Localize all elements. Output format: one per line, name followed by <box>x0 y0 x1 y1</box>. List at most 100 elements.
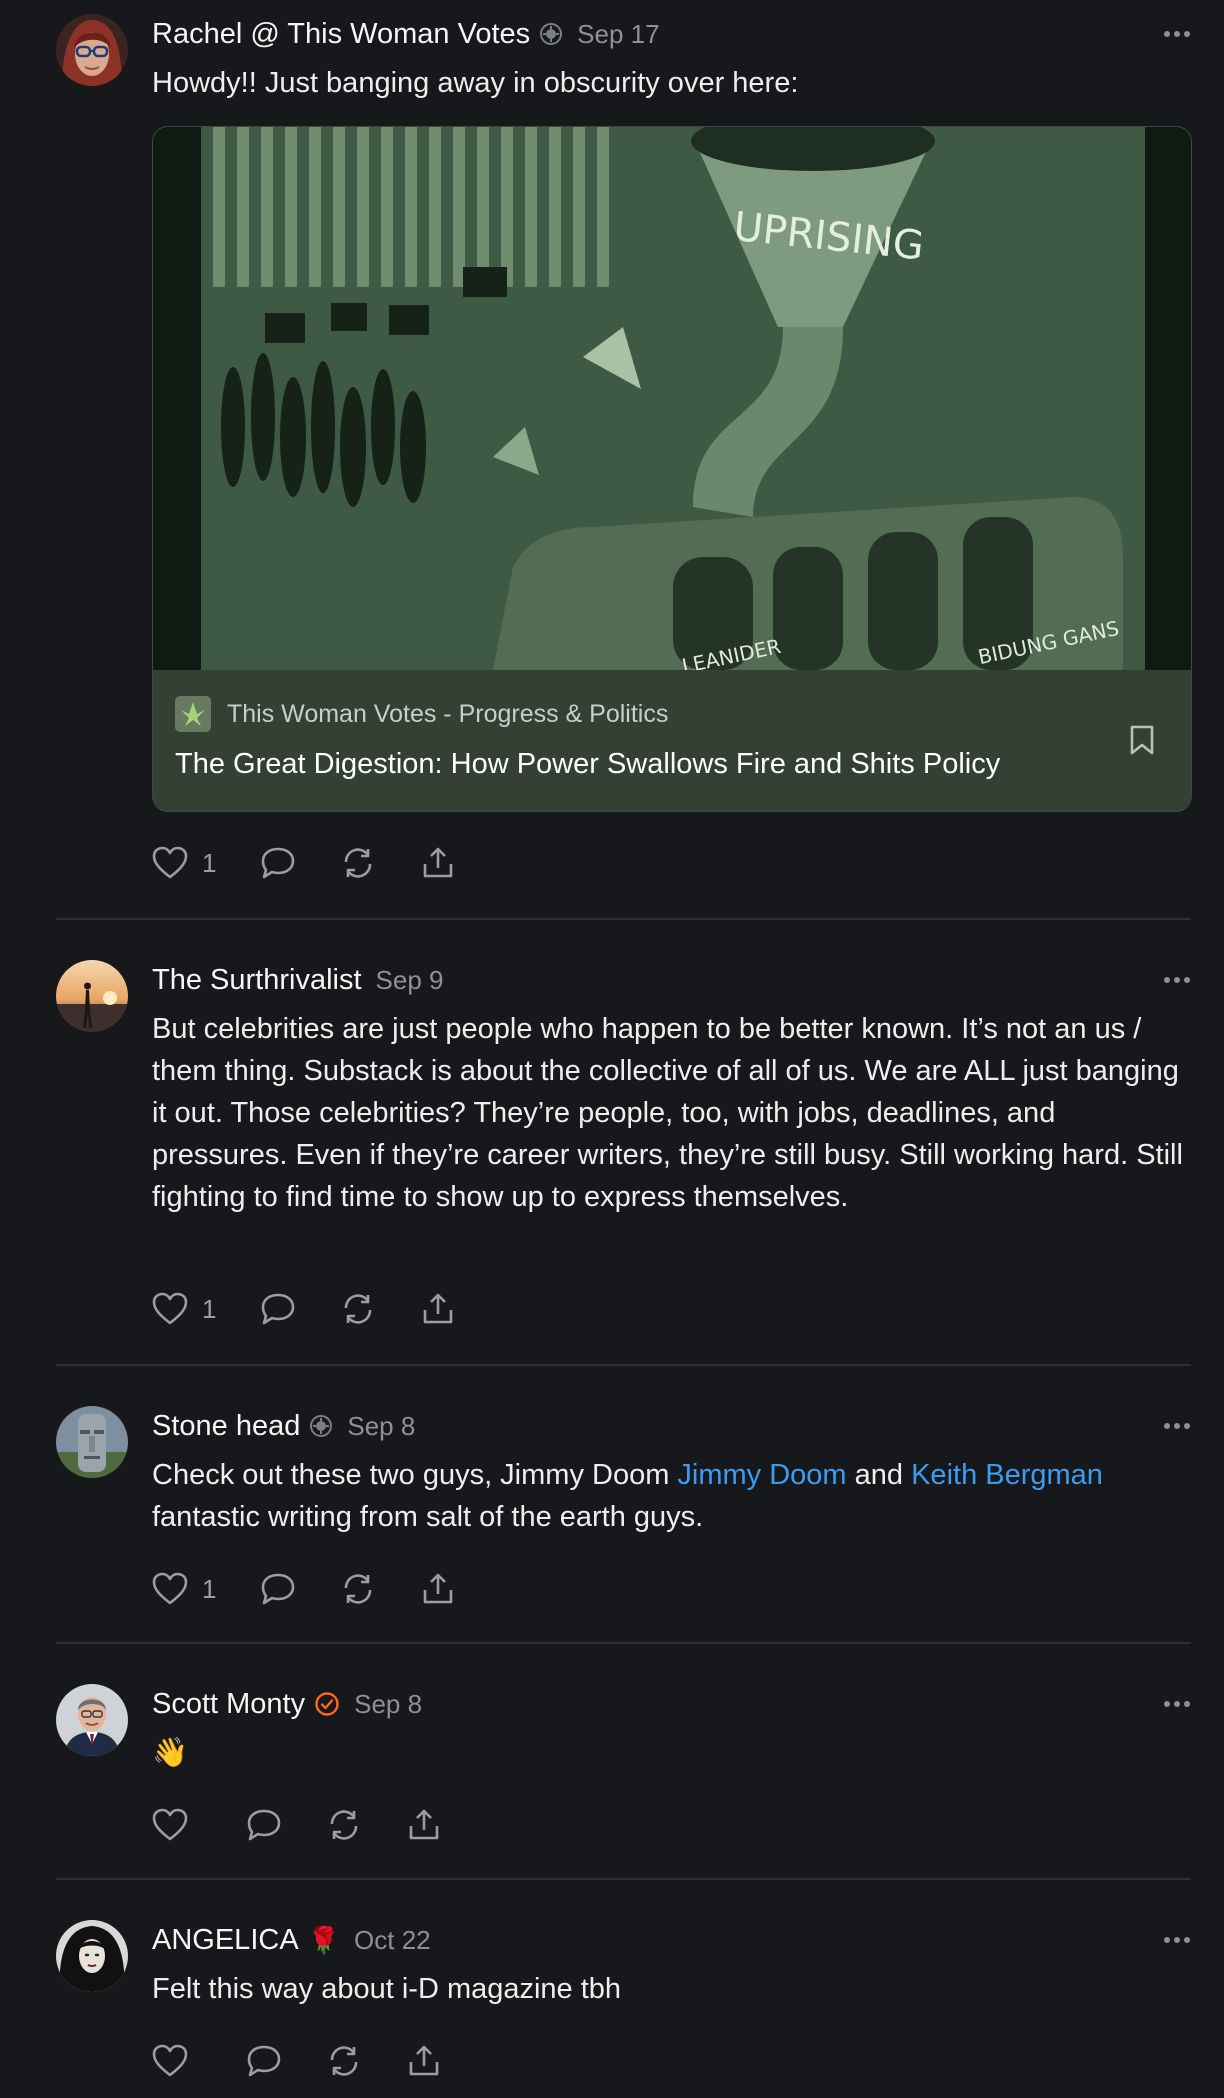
like-button[interactable]: 1 <box>152 843 216 883</box>
comment-bubble-icon <box>262 1293 295 1325</box>
avatar[interactable] <box>56 1406 128 1478</box>
comment-actions <box>152 2041 486 2081</box>
subscriber-badge-icon <box>309 1414 333 1438</box>
like-button[interactable] <box>152 2041 202 2081</box>
comment-actions <box>152 1805 486 1845</box>
user-mention-link[interactable]: Keith Bergman <box>911 1459 1103 1491</box>
comment-text: Howdy!! Just banging away in obscurity o… <box>152 67 799 99</box>
comment-item: ANGELICA 🌹 Oct 22 Felt this way about i-… <box>56 1920 1191 2098</box>
like-count: 1 <box>202 1293 217 1324</box>
heart-icon <box>152 2044 188 2077</box>
subscriber-badge-icon <box>539 22 563 46</box>
heart-icon <box>152 1292 188 1325</box>
comment-bubble-icon <box>262 1573 295 1605</box>
user-mention-link[interactable]: Jimmy Doom <box>677 1459 846 1491</box>
comment-bubble-icon <box>247 1809 281 1841</box>
comment-date[interactable]: Sep 8 <box>354 1684 422 1724</box>
comment-item: Scott Monty Sep 8 👋 <box>56 1684 1191 1880</box>
restack-arrows-icon <box>330 2046 358 2076</box>
comment-date[interactable]: Oct 22 <box>354 1920 431 1960</box>
share-upload-icon <box>424 847 453 878</box>
share-upload-icon <box>424 1293 453 1324</box>
comment-date[interactable]: Sep 8 <box>347 1406 415 1446</box>
post-link-card[interactable]: UPRISING LEANIDER BIDUNG GANS This Woman… <box>152 126 1192 812</box>
share-upload-icon <box>424 1573 453 1604</box>
comment-actions: 1 <box>152 1289 500 1329</box>
publication-logo <box>175 696 211 732</box>
verified-check-icon <box>314 1691 340 1717</box>
restack-arrows-icon <box>330 1810 358 1840</box>
share-button[interactable] <box>406 1805 442 1845</box>
reply-button[interactable] <box>260 1289 296 1329</box>
reply-button[interactable] <box>260 843 296 883</box>
author-name[interactable]: Scott Monty <box>152 1684 305 1724</box>
comment-bubble-icon <box>262 847 295 879</box>
comment-header: Rachel @ This Woman Votes Sep 17 <box>152 14 1191 54</box>
comment-text-part: Check out these two guys, Jimmy Doom <box>152 1459 678 1491</box>
like-count: 1 <box>202 1573 217 1604</box>
comment-date[interactable]: Sep 17 <box>577 14 659 54</box>
share-button[interactable] <box>420 843 456 883</box>
restack-button[interactable] <box>326 2041 362 2081</box>
avatar[interactable] <box>56 1920 128 1992</box>
share-upload-icon <box>409 1809 439 1840</box>
author-name[interactable]: Stone head <box>152 1406 300 1446</box>
share-button[interactable] <box>420 1289 456 1329</box>
post-title[interactable]: The Great Digestion: How Power Swallows … <box>175 748 1000 781</box>
ellipsis-icon[interactable] <box>1151 1406 1191 1446</box>
comment-item: Stone head Sep 8 Check out these two guy… <box>56 1406 1191 1644</box>
comment-text-part: fantastic writing from salt of the earth… <box>152 1501 704 1533</box>
restack-arrows-icon <box>345 1574 372 1604</box>
avatar[interactable] <box>56 960 128 1032</box>
heart-icon <box>152 1808 188 1841</box>
author-name[interactable]: Rachel @ This Woman Votes <box>152 14 530 54</box>
avatar[interactable] <box>56 14 128 86</box>
reply-button[interactable] <box>246 1805 282 1845</box>
reply-button[interactable] <box>246 2041 282 2081</box>
ellipsis-icon[interactable] <box>1151 1684 1191 1724</box>
rose-emoji: 🌹 <box>307 1925 341 1955</box>
reply-button[interactable] <box>260 1569 296 1609</box>
restack-button[interactable] <box>340 1569 376 1609</box>
author-name[interactable]: ANGELICA <box>152 1920 299 1960</box>
restack-button[interactable] <box>340 843 376 883</box>
comment-header: ANGELICA 🌹 Oct 22 <box>152 1920 1191 1960</box>
share-button[interactable] <box>406 2041 442 2081</box>
comment-date[interactable]: Sep 9 <box>376 960 444 1000</box>
ellipsis-icon[interactable] <box>1151 1920 1191 1960</box>
like-count: 1 <box>202 847 217 878</box>
comment-text: But celebrities are just people who happ… <box>152 1013 1191 1213</box>
like-button[interactable]: 1 <box>152 1569 216 1609</box>
comment-header: Stone head Sep 8 <box>152 1406 1191 1446</box>
bookmark-icon[interactable] <box>1129 724 1155 761</box>
author-name[interactable]: The Surthrivalist <box>152 960 362 1000</box>
ellipsis-icon[interactable] <box>1151 960 1191 1000</box>
comment-actions: 1 <box>152 1569 500 1609</box>
share-upload-icon <box>409 2045 439 2076</box>
ellipsis-icon[interactable] <box>1151 14 1191 54</box>
restack-arrows-icon <box>345 848 372 878</box>
comment-item: The Surthrivalist Sep 9 But celebrities … <box>56 960 1191 1366</box>
comment-bubble-icon <box>247 2045 281 2077</box>
share-button[interactable] <box>420 1569 456 1609</box>
comment-text: 👋 <box>152 1737 189 1769</box>
heart-icon <box>152 1572 188 1605</box>
restack-button[interactable] <box>340 1289 376 1329</box>
card-meta: This Woman Votes - Progress & Politics T… <box>153 670 1191 811</box>
comment-actions: 1 <box>152 843 500 883</box>
comment-item: Rachel @ This Woman Votes Sep 17 Howdy!!… <box>56 14 1192 920</box>
post-cover-image: UPRISING LEANIDER BIDUNG GANS <box>153 127 1191 670</box>
restack-arrows-icon <box>345 1294 372 1324</box>
comment-header: The Surthrivalist Sep 9 <box>152 960 1191 1000</box>
like-button[interactable]: 1 <box>152 1289 216 1329</box>
comment-text-part: and <box>846 1459 912 1491</box>
comment-text: Felt this way about i-D magazine tbh <box>152 1973 622 2005</box>
comment-header: Scott Monty Sep 8 <box>152 1684 1191 1724</box>
publication-row[interactable]: This Woman Votes - Progress & Politics <box>175 696 668 732</box>
avatar[interactable] <box>56 1684 128 1756</box>
publication-name: This Woman Votes - Progress & Politics <box>227 699 669 728</box>
restack-button[interactable] <box>326 1805 362 1845</box>
heart-icon <box>152 846 188 879</box>
like-button[interactable] <box>152 1805 202 1845</box>
comment-text: Check out these two guys, Jimmy Doom Jim… <box>152 1454 1191 1538</box>
